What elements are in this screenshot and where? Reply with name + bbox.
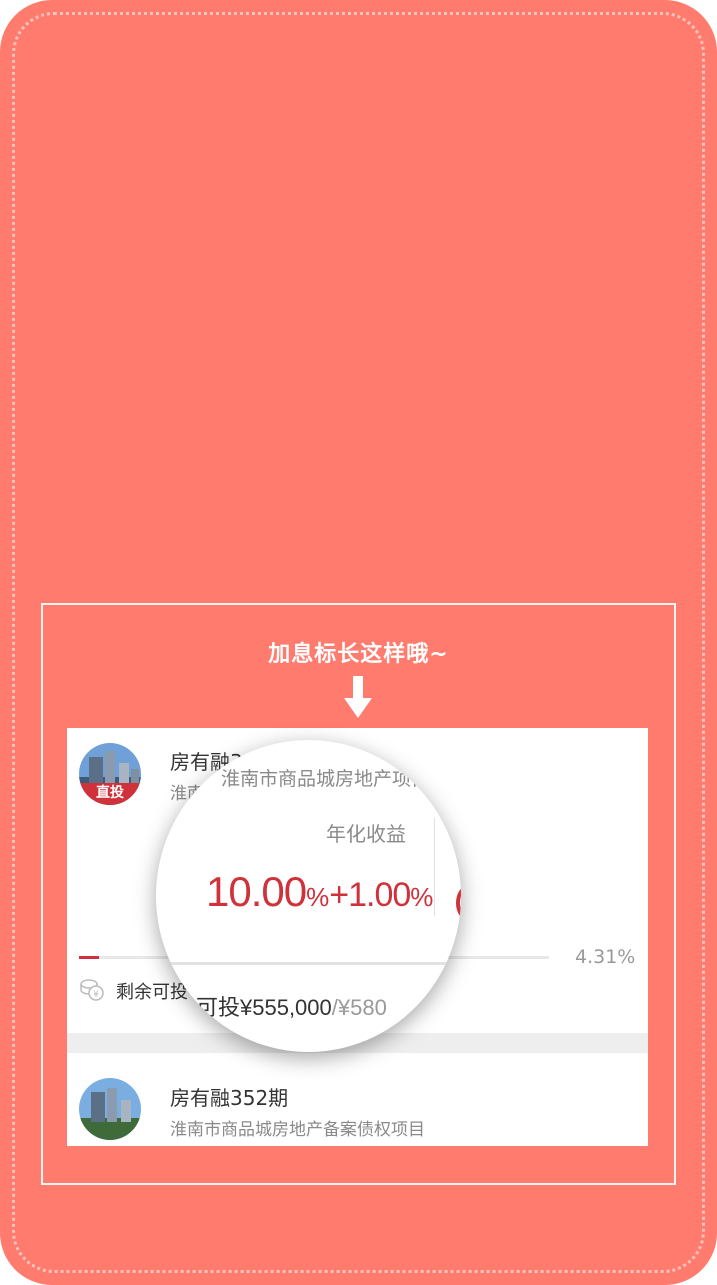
project-thumbnail[interactable]: 直投 (79, 743, 141, 805)
svg-text:¥: ¥ (93, 990, 99, 1000)
remain-amount: 余可投¥555,000 (174, 995, 332, 1020)
project-title[interactable]: 房有融352期 (170, 1082, 288, 1111)
magnifier-lens: 淮南市商品城房地产项目 年化收益 10.00%+1.00% 余可投¥555,00… (156, 740, 461, 1052)
total-amount: /¥580 (331, 995, 387, 1020)
progress-fill (79, 956, 100, 959)
annual-rate-label: 年化收益 (326, 822, 406, 846)
building-icon (79, 1078, 141, 1140)
magnified-remain-amount: 余可投¥555,000/¥580 (174, 990, 387, 1022)
base-rate: 10.00 (206, 868, 307, 915)
progress-percent: 4.31% (575, 946, 636, 968)
cropped-red-glyph (456, 886, 461, 920)
annual-rate-value: 10.00%+1.00% (206, 868, 433, 916)
caption-text: 加息标长这样哦~ (268, 642, 449, 667)
direct-invest-badge: 直投 (79, 783, 141, 805)
project-thumbnail[interactable] (79, 1078, 141, 1140)
magnified-progress-track (156, 962, 461, 965)
down-arrow-icon (344, 676, 372, 718)
column-divider (434, 818, 435, 916)
bonus-rate: +1.00 (329, 876, 411, 914)
coin-icon: ¥ (80, 979, 104, 1001)
magnified-subtitle: 淮南市商品城房地产项目 (221, 768, 431, 790)
base-rate-unit: % (306, 882, 330, 912)
project-subtitle: 淮南市商品城房地产备案债权项目 (170, 1120, 425, 1140)
bonus-rate-unit: % (410, 882, 434, 912)
